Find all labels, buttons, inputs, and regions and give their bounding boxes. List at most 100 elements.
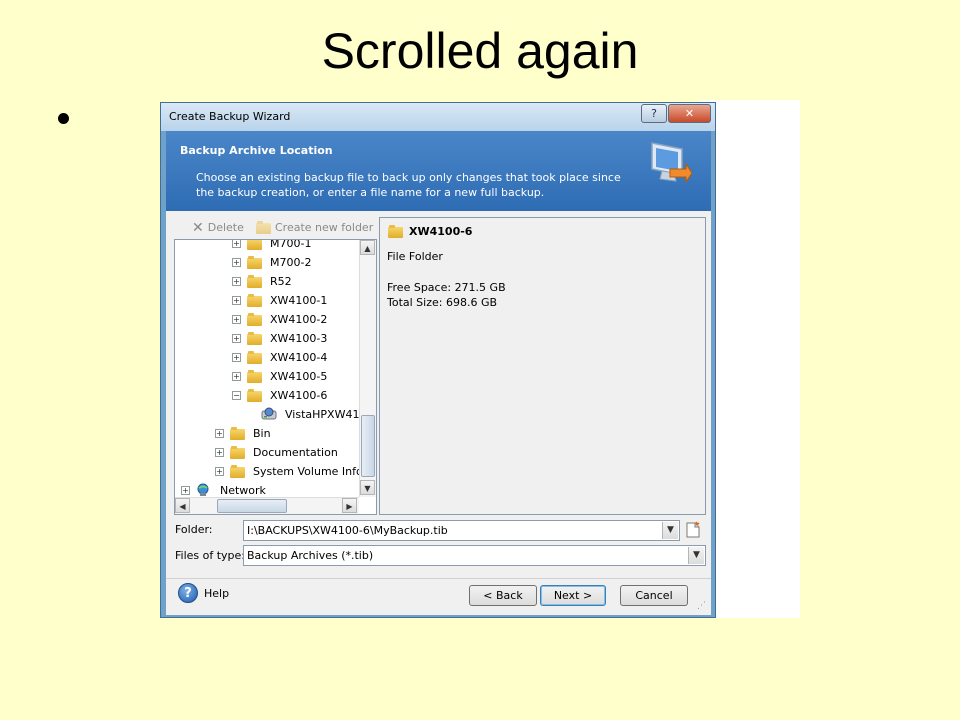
delete-button[interactable]: ✕ Delete (192, 219, 244, 236)
expand-icon[interactable]: + (215, 447, 224, 457)
folder-path-value: I:\BACKUPS\XW4100-6\MyBackup.tib (247, 524, 448, 537)
tree-vertical-scrollbar[interactable]: ▲ ▼ (359, 240, 376, 497)
tree-item[interactable]: + Documentation (215, 443, 338, 461)
wizard-client-area: Backup Archive Location Choose an existi… (166, 131, 711, 615)
tree-item[interactable]: + XW4100-4 (232, 348, 327, 366)
slide-title: Scrolled again (321, 23, 639, 79)
folder-icon (230, 445, 245, 459)
chevron-down-icon[interactable]: ▼ (662, 522, 678, 539)
details-name: XW4100-6 (388, 225, 472, 238)
details-free-space: Free Space: 271.5 GB (387, 281, 506, 294)
header-description: Choose an existing backup file to back u… (196, 171, 621, 199)
folder-icon (230, 464, 245, 478)
tree-item-backup-file[interactable]: VistaHPXW410 (261, 405, 366, 423)
new-file-icon[interactable] (685, 521, 701, 539)
folder-label: Folder: (175, 523, 213, 536)
cancel-button[interactable]: Cancel (620, 585, 688, 606)
folder-path-combobox[interactable]: I:\BACKUPS\XW4100-6\MyBackup.tib ▼ (243, 520, 680, 541)
next-button[interactable]: Next > (540, 585, 606, 606)
bullet-point (58, 113, 69, 124)
wizard-header: Backup Archive Location Choose an existi… (166, 131, 711, 211)
header-title: Backup Archive Location (180, 144, 333, 157)
tree-item-selected-folder[interactable]: − XW4100-6 (232, 386, 327, 404)
help-label: Help (204, 586, 230, 600)
folder-icon (247, 274, 262, 288)
scroll-right-icon[interactable]: ▶ (342, 498, 357, 513)
folder-icon (230, 426, 245, 440)
title-bar[interactable]: Create Backup Wizard ? ✕ (161, 103, 715, 131)
expand-icon[interactable]: + (232, 371, 241, 381)
folder-icon (247, 312, 262, 326)
expand-icon[interactable]: + (232, 314, 241, 324)
expand-icon[interactable]: + (215, 466, 224, 476)
collapse-icon[interactable]: − (232, 390, 241, 400)
details-total-size: Total Size: 698.6 GB (387, 296, 498, 309)
details-folder-name: XW4100-6 (409, 225, 473, 238)
window-title: Create Backup Wizard (169, 110, 291, 123)
scroll-left-icon[interactable]: ◀ (175, 498, 190, 513)
tree-item[interactable]: + XW4100-3 (232, 329, 327, 347)
folder-icon (388, 225, 403, 238)
tree-item-label: M700-2 (270, 255, 312, 269)
tree-item-label: Network (220, 483, 266, 497)
files-of-type-combobox[interactable]: Backup Archives (*.tib) ▼ (243, 545, 706, 566)
delete-label: Delete (207, 221, 244, 234)
create-backup-wizard-window: Create Backup Wizard ? ✕ Backup Archive … (160, 102, 716, 618)
expand-icon[interactable]: + (215, 428, 224, 438)
tree-item[interactable]: + XW4100-2 (232, 310, 327, 328)
tree-item[interactable]: + M700-2 (232, 253, 311, 271)
horizontal-scroll-thumb[interactable] (217, 499, 287, 513)
close-button[interactable]: ✕ (668, 104, 711, 123)
folder-icon (247, 255, 262, 269)
vertical-scroll-thumb[interactable] (361, 415, 375, 477)
tree-item-label: XW4100-1 (270, 293, 328, 307)
tree-item-label: XW4100-2 (270, 312, 328, 326)
tree-item-label: R52 (270, 274, 292, 288)
folder-icon (247, 293, 262, 307)
details-panel: XW4100-6 File Folder Free Space: 271.5 G… (379, 217, 706, 515)
scroll-up-icon[interactable]: ▲ (360, 240, 375, 255)
help-link[interactable]: ? Help (178, 583, 229, 603)
expand-icon[interactable]: + (232, 333, 241, 343)
backup-file-icon (261, 407, 277, 420)
folder-tree[interactable]: + M700-1 + M700-2 + R52 + XW4100-1 + XW4… (174, 239, 377, 515)
expand-icon[interactable]: + (232, 257, 241, 267)
delete-icon: ✕ (192, 219, 204, 236)
tree-item-label: XW4100-4 (270, 350, 328, 364)
expand-icon[interactable]: + (232, 352, 241, 362)
tree-item-label: XW4100-6 (270, 388, 328, 402)
folder-icon (247, 350, 262, 364)
expand-icon[interactable]: + (232, 276, 241, 286)
folder-browser: ✕ Delete Create new folder + M700-1 + M7… (174, 217, 377, 515)
tree-item[interactable]: + R52 (232, 272, 292, 290)
new-folder-icon (256, 221, 271, 234)
expand-icon[interactable]: + (232, 240, 241, 248)
folder-icon (247, 331, 262, 345)
create-new-folder-button[interactable]: Create new folder (256, 221, 373, 234)
scroll-down-icon[interactable]: ▼ (360, 480, 375, 495)
tree-item[interactable]: + XW4100-1 (232, 291, 327, 309)
chevron-down-icon[interactable]: ▼ (688, 547, 704, 564)
details-type: File Folder (387, 250, 443, 263)
create-new-folder-label: Create new folder (275, 221, 374, 234)
help-icon: ? (178, 583, 198, 603)
tree-item-label: VistaHPXW410 (285, 407, 367, 421)
tree-item-label: M700-1 (270, 239, 312, 250)
expand-icon[interactable]: + (232, 295, 241, 305)
computer-monitor-icon (651, 142, 692, 184)
files-of-type-value: Backup Archives (*.tib) (247, 549, 374, 562)
title-help-button[interactable]: ? (641, 104, 667, 123)
tree-item-label: System Volume Infor (253, 464, 368, 478)
folder-icon (247, 369, 262, 383)
tree-item-label: XW4100-3 (270, 331, 328, 345)
tree-item-label: Bin (253, 426, 271, 440)
tree-horizontal-scrollbar[interactable]: ◀ ▶ (175, 497, 359, 514)
back-button[interactable]: < Back (469, 585, 537, 606)
resize-grip-icon[interactable]: ⋰ (697, 601, 709, 613)
tree-item[interactable]: + System Volume Infor (215, 462, 367, 480)
tree-item[interactable]: + M700-1 (232, 239, 312, 252)
tree-item[interactable]: + XW4100-5 (232, 367, 327, 385)
expand-icon[interactable]: + (181, 485, 190, 495)
files-of-type-label: Files of type: (175, 549, 246, 562)
tree-item[interactable]: + Bin (215, 424, 271, 442)
